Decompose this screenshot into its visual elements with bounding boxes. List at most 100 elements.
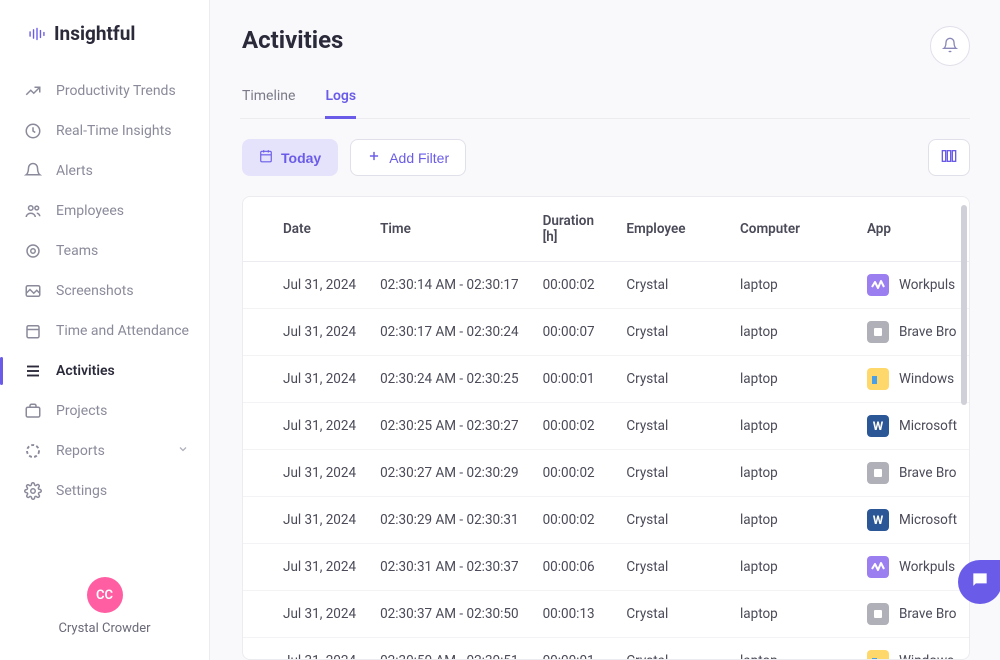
app-windows-icon xyxy=(867,650,889,659)
sidebar-item-teams[interactable]: Teams xyxy=(0,231,209,271)
date-range-button[interactable]: Today xyxy=(242,139,338,176)
sidebar-item-real-time-insights[interactable]: Real-Time Insights xyxy=(0,111,209,151)
cell-time: 02:30:37 AM - 02:30:50 xyxy=(368,591,531,638)
cell-computer: laptop xyxy=(728,497,855,544)
report-icon xyxy=(24,442,42,460)
cell-duration: 00:00:02 xyxy=(531,450,615,497)
scrollbar[interactable] xyxy=(961,205,967,405)
table-row[interactable]: Jul 31, 202402:30:29 AM - 02:30:3100:00:… xyxy=(243,497,969,544)
sidebar-item-settings[interactable]: Settings xyxy=(0,471,209,511)
sidebar-item-projects[interactable]: Projects xyxy=(0,391,209,431)
cell-date: Jul 31, 2024 xyxy=(243,309,368,356)
sidebar-item-label: Projects xyxy=(56,403,107,419)
cell-employee: Crystal xyxy=(614,450,728,497)
cell-employee: Crystal xyxy=(614,262,728,309)
notifications-button[interactable] xyxy=(930,26,970,66)
sidebar-item-screenshots[interactable]: Screenshots xyxy=(0,271,209,311)
cell-time: 02:30:31 AM - 02:30:37 xyxy=(368,544,531,591)
bell-icon xyxy=(24,162,42,180)
app-label: Microsoft xyxy=(899,418,957,434)
brand-logo[interactable]: Insightful xyxy=(0,0,209,65)
tabs: Timeline Logs xyxy=(240,66,970,119)
brand-mark-icon xyxy=(28,25,46,43)
cell-employee: Crystal xyxy=(614,544,728,591)
bell-icon xyxy=(942,37,958,56)
sidebar-item-reports[interactable]: Reports xyxy=(0,431,209,471)
table-row[interactable]: Jul 31, 202402:30:24 AM - 02:30:2500:00:… xyxy=(243,356,969,403)
app-brave-icon xyxy=(867,321,889,343)
sidebar-item-employees[interactable]: Employees xyxy=(0,191,209,231)
list-icon xyxy=(24,362,42,380)
table-row[interactable]: Jul 31, 202402:30:17 AM - 02:30:2400:00:… xyxy=(243,309,969,356)
avatar: CC xyxy=(87,577,123,613)
cell-time: 02:30:25 AM - 02:30:27 xyxy=(368,403,531,450)
cell-computer: laptop xyxy=(728,591,855,638)
table-row[interactable]: Jul 31, 202402:30:14 AM - 02:30:1700:00:… xyxy=(243,262,969,309)
app-word-icon: W xyxy=(867,509,889,531)
sidebar-item-time-and-attendance[interactable]: Time and Attendance xyxy=(0,311,209,351)
app-workpuls-icon xyxy=(867,556,889,578)
sidebar-item-label: Reports xyxy=(56,443,105,459)
sidebar-item-alerts[interactable]: Alerts xyxy=(0,151,209,191)
sidebar-item-label: Time and Attendance xyxy=(56,323,189,339)
table-row[interactable]: Jul 31, 202402:30:25 AM - 02:30:2700:00:… xyxy=(243,403,969,450)
cell-duration: 00:00:07 xyxy=(531,309,615,356)
add-filter-label: Add Filter xyxy=(389,150,449,166)
cell-app: Windows xyxy=(855,638,969,660)
cell-app: Brave Bro xyxy=(855,309,969,356)
column-header[interactable]: App xyxy=(855,197,969,262)
app-brave-icon xyxy=(867,603,889,625)
chat-widget-button[interactable] xyxy=(958,560,1000,604)
image-icon xyxy=(24,282,42,300)
tab-logs[interactable]: Logs xyxy=(325,88,356,119)
calendar-icon xyxy=(24,322,42,340)
column-header[interactable]: Computer xyxy=(728,197,855,262)
app-label: Brave Bro xyxy=(899,324,956,340)
add-filter-button[interactable]: Add Filter xyxy=(350,139,466,176)
briefcase-icon xyxy=(24,402,42,420)
column-header[interactable]: Time xyxy=(368,197,531,262)
app-word-icon: W xyxy=(867,415,889,437)
table-row[interactable]: Jul 31, 202402:30:31 AM - 02:30:3700:00:… xyxy=(243,544,969,591)
cell-time: 02:30:14 AM - 02:30:17 xyxy=(368,262,531,309)
cell-duration: 00:00:02 xyxy=(531,497,615,544)
circle-icon xyxy=(24,242,42,260)
cell-employee: Crystal xyxy=(614,403,728,450)
table-row[interactable]: Jul 31, 202402:30:27 AM - 02:30:2900:00:… xyxy=(243,450,969,497)
column-header[interactable]: Employee xyxy=(614,197,728,262)
cell-computer: laptop xyxy=(728,309,855,356)
table-scroll[interactable]: DateTimeDuration [h]EmployeeComputerApp … xyxy=(243,197,969,659)
cell-time: 02:30:29 AM - 02:30:31 xyxy=(368,497,531,544)
user-block[interactable]: CC Crystal Crowder xyxy=(0,563,209,660)
page-title: Activities xyxy=(240,26,343,54)
cell-date: Jul 31, 2024 xyxy=(243,403,368,450)
cell-computer: laptop xyxy=(728,262,855,309)
sidebar-item-activities[interactable]: Activities xyxy=(0,351,209,391)
cell-app: W Microsoft xyxy=(855,403,969,450)
cell-app: Workpuls xyxy=(855,262,969,309)
app-label: Windows xyxy=(899,653,954,659)
cell-date: Jul 31, 2024 xyxy=(243,450,368,497)
cell-duration: 00:00:01 xyxy=(531,356,615,403)
cell-time: 02:30:24 AM - 02:30:25 xyxy=(368,356,531,403)
column-header[interactable]: Duration [h] xyxy=(531,197,615,262)
sidebar-item-productivity-trends[interactable]: Productivity Trends xyxy=(0,71,209,111)
cell-app: Windows xyxy=(855,356,969,403)
app-label: Microsoft xyxy=(899,512,957,528)
clock-icon xyxy=(24,122,42,140)
brand-name: Insightful xyxy=(54,22,135,45)
columns-button[interactable] xyxy=(928,139,970,176)
user-name: Crystal Crowder xyxy=(0,621,209,636)
table-row[interactable]: Jul 31, 202402:30:50 AM - 02:30:5100:00:… xyxy=(243,638,969,660)
cell-computer: laptop xyxy=(728,356,855,403)
table-row[interactable]: Jul 31, 202402:30:37 AM - 02:30:5000:00:… xyxy=(243,591,969,638)
chat-icon xyxy=(970,570,990,594)
cell-date: Jul 31, 2024 xyxy=(243,356,368,403)
cell-computer: laptop xyxy=(728,450,855,497)
column-header[interactable]: Date xyxy=(243,197,368,262)
tab-timeline[interactable]: Timeline xyxy=(242,88,295,118)
sidebar-item-label: Real-Time Insights xyxy=(56,123,171,139)
sidebar-item-label: Teams xyxy=(56,243,98,259)
sidebar-item-label: Alerts xyxy=(56,163,93,179)
app-label: Brave Bro xyxy=(899,606,956,622)
